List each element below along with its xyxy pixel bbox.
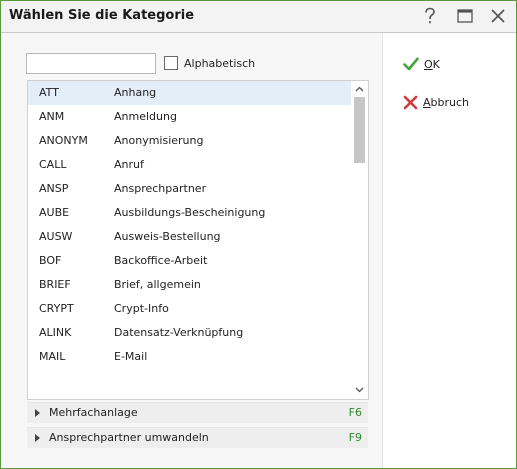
category-name: Ausweis-Bestellung xyxy=(114,230,221,243)
scroll-down-button[interactable] xyxy=(354,384,365,396)
cancel-button[interactable]: Abbruch xyxy=(403,92,469,112)
category-name: Backoffice-Arbeit xyxy=(114,254,208,267)
cross-icon xyxy=(403,95,418,109)
category-name: Crypt-Info xyxy=(114,302,169,315)
list-item[interactable]: CRYPT Crypt-Info xyxy=(28,297,351,321)
close-button[interactable] xyxy=(484,4,512,28)
category-code: BOF xyxy=(39,254,62,267)
scroll-up-button[interactable] xyxy=(354,83,365,95)
chevron-up-icon xyxy=(355,86,364,92)
shortcut-label: F6 xyxy=(348,406,362,419)
category-code: MAIL xyxy=(39,350,66,363)
category-name: E-Mail xyxy=(114,350,148,363)
list-item[interactable]: ANSP Ansprechpartner xyxy=(28,177,351,201)
category-name: Ausbildungs-Bescheinigung xyxy=(114,206,266,219)
chevron-down-icon xyxy=(355,387,364,393)
category-code: AUSW xyxy=(39,230,73,243)
title-bar: Wählen Sie die Kategorie xyxy=(1,1,516,33)
list-item[interactable]: ALINK Datensatz-Verknüpfung xyxy=(28,321,351,345)
category-name: Datensatz-Verknüpfung xyxy=(114,326,244,339)
expand-triangle-icon xyxy=(35,409,40,417)
category-name: Anhang xyxy=(114,86,157,99)
section-ansprechpartner-umwandeln[interactable]: Ansprechpartner umwandeln F9 xyxy=(27,427,368,448)
category-code: CRYPT xyxy=(39,302,74,315)
section-label: Mehrfachanlage xyxy=(49,406,138,419)
category-name: Anruf xyxy=(114,158,144,171)
category-dialog: Wählen Sie die Kategorie Alphabetisch AT… xyxy=(0,0,517,469)
list-item[interactable]: AUSW Ausweis-Bestellung xyxy=(28,225,351,249)
scrollbar-thumb[interactable] xyxy=(354,97,365,163)
expand-triangle-icon xyxy=(35,434,40,442)
category-code: AUBE xyxy=(39,206,70,219)
category-code: ANSP xyxy=(39,182,69,195)
question-mark-icon xyxy=(425,7,435,24)
maximize-icon xyxy=(457,9,473,23)
alphabetical-checkbox[interactable]: Alphabetisch xyxy=(164,55,255,71)
category-name: Ansprechpartner xyxy=(114,182,207,195)
list-item[interactable]: ANM Anmeldung xyxy=(28,105,351,129)
ok-button[interactable]: OK xyxy=(403,54,440,74)
category-name: Anonymisierung xyxy=(114,134,204,147)
ok-label: OK xyxy=(424,57,440,71)
category-code: CALL xyxy=(39,158,67,171)
category-code: BRIEF xyxy=(39,278,71,291)
close-icon xyxy=(491,9,505,23)
category-list[interactable]: ATT Anhang ANM Anmeldung ANONYM Anonymisierun… xyxy=(27,80,369,400)
category-code: ATT xyxy=(39,86,59,99)
category-name: Brief, allgemein xyxy=(114,278,201,291)
checkmark-icon xyxy=(403,57,419,71)
shortcut-label: F9 xyxy=(348,431,362,444)
list-item[interactable]: AUBE Ausbildungs-Bescheinigung xyxy=(28,201,351,225)
window-title: Wählen Sie die Kategorie xyxy=(9,8,195,23)
vertical-scrollbar[interactable] xyxy=(351,81,368,399)
alphabetical-label: Alphabetisch xyxy=(184,56,256,70)
category-code: ANONYM xyxy=(39,134,88,147)
list-item[interactable]: CALL Anruf xyxy=(28,153,351,177)
list-item[interactable]: MAIL E-Mail xyxy=(28,345,351,369)
selection-panel: Alphabetisch ATT Anhang ANM Anmeldung ANONYM… xyxy=(1,33,383,468)
list-item[interactable]: ATT Anhang xyxy=(28,81,351,105)
maximize-button[interactable] xyxy=(451,4,479,28)
section-mehrfachanlage[interactable]: Mehrfachanlage F6 xyxy=(27,402,368,423)
help-button[interactable] xyxy=(416,4,444,28)
category-code: ALINK xyxy=(39,326,72,339)
checkbox-box[interactable] xyxy=(164,56,178,70)
category-code: ANM xyxy=(39,110,65,123)
section-label: Ansprechpartner umwandeln xyxy=(49,431,209,444)
list-item[interactable]: BOF Backoffice-Arbeit xyxy=(28,249,351,273)
category-name: Anmeldung xyxy=(114,110,177,123)
search-input[interactable] xyxy=(26,53,156,74)
cancel-label: Abbruch xyxy=(423,95,470,109)
list-item[interactable]: ANONYM Anonymisierung xyxy=(28,129,351,153)
list-item[interactable]: BRIEF Brief, allgemein xyxy=(28,273,351,297)
